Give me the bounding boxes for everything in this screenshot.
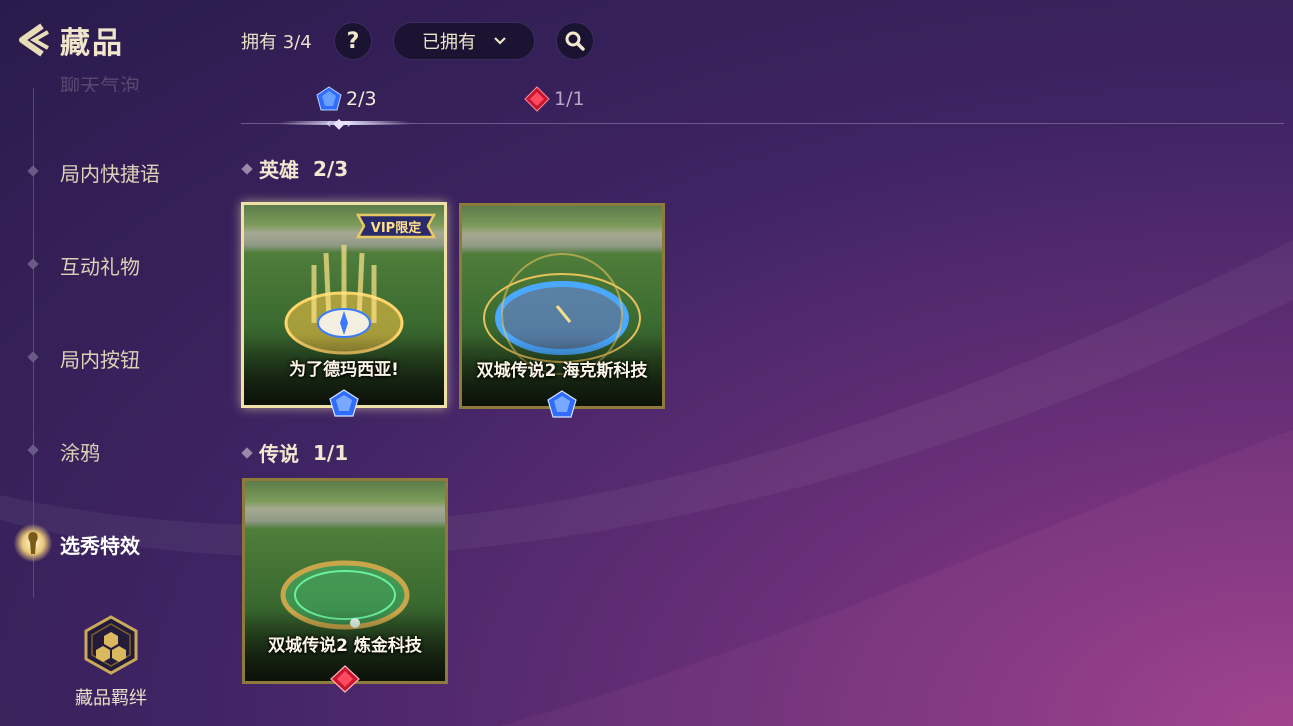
collection-card[interactable]: VIP限定 为了德玛西亚! <box>241 202 447 417</box>
sidebar-item-interactive-gifts[interactable]: 互动礼物 <box>60 251 140 280</box>
bond-label: 藏品羁绊 <box>75 688 147 709</box>
sidebar-item-graffiti[interactable]: 涂鸦 <box>60 437 100 466</box>
tab-blue-rarity[interactable]: 2/3 <box>316 86 377 112</box>
section-count: 2/3 <box>313 156 349 181</box>
search-icon <box>565 31 585 51</box>
page-title: 藏品 <box>60 26 124 61</box>
sidebar-dot <box>27 444 39 456</box>
section-title-text: 传说 <box>259 442 299 466</box>
blue-gem-icon <box>316 86 342 111</box>
section-title-text: 英雄 <box>259 158 299 182</box>
owned-count: 拥有 3/4 <box>241 32 312 53</box>
diamond-icon <box>241 162 253 175</box>
search-button[interactable] <box>556 22 594 60</box>
filter-selected-value: 已拥有 <box>422 32 476 53</box>
sidebar-dot <box>27 258 39 270</box>
back-button[interactable]: 藏品 <box>14 18 124 62</box>
sidebar-item-ingame-buttons[interactable]: 局内按钮 <box>60 344 140 373</box>
ownership-filter-dropdown[interactable]: 已拥有 <box>393 22 535 60</box>
red-gem-icon <box>330 665 360 693</box>
sidebar-item-quick-chat[interactable]: 局内快捷语 <box>60 158 160 187</box>
sidebar-item-chat-bubble[interactable]: 聊天气泡 <box>60 70 140 92</box>
question-icon: ? <box>346 28 360 54</box>
back-arrow-icon <box>19 23 49 57</box>
collection-card[interactable]: 双城传说2 海克斯科技 <box>459 203 665 418</box>
sidebar-dot <box>27 165 39 177</box>
chevron-down-icon <box>494 37 506 45</box>
blue-gem-icon <box>547 390 577 418</box>
tab-red-count: 1/1 <box>554 88 585 110</box>
tab-red-rarity[interactable]: 1/1 <box>524 86 585 112</box>
diamond-icon <box>241 446 253 459</box>
section-title-legend: 传说 1/1 <box>241 438 349 467</box>
red-gem-icon <box>524 86 550 112</box>
section-count: 1/1 <box>313 440 349 465</box>
collection-bond-button[interactable]: 藏品羁绊 <box>70 614 152 710</box>
sidebar-dot <box>27 351 39 363</box>
collection-card[interactable]: 双城传说2 炼金科技 <box>242 478 448 693</box>
sidebar-item-draft-effects[interactable]: 选秀特效 <box>60 530 140 559</box>
help-button[interactable]: ? <box>334 22 372 60</box>
hexagon-bond-icon <box>84 615 138 675</box>
blue-gem-icon <box>329 389 359 417</box>
active-tab-marker-icon: ‹◆› <box>326 116 354 132</box>
svg-text:VIP限定: VIP限定 <box>371 220 421 236</box>
section-title-hero: 英雄 2/3 <box>241 154 349 183</box>
card-name: 为了德玛西亚! <box>289 360 399 380</box>
card-name: 双城传说2 海克斯科技 <box>476 361 648 381</box>
active-indicator <box>14 524 52 562</box>
card-name: 双城传说2 炼金科技 <box>268 636 422 656</box>
vip-badge-icon: VIP限定 <box>355 213 437 239</box>
tab-blue-count: 2/3 <box>346 88 377 110</box>
draft-effect-icon <box>28 532 38 554</box>
